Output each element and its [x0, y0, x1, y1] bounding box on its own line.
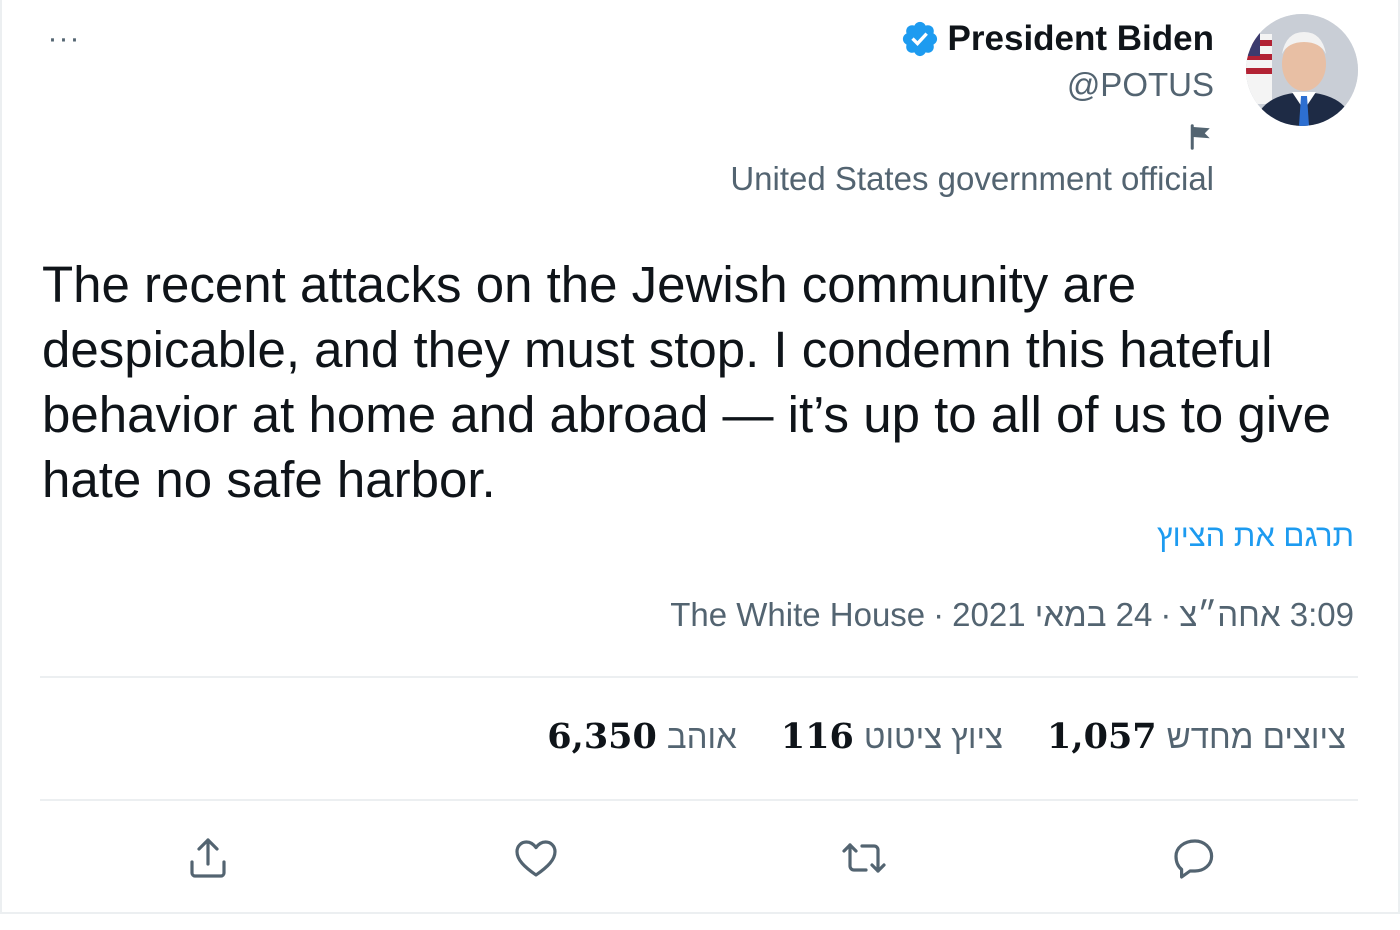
retweet-icon: [842, 843, 886, 873]
like-button[interactable]: [508, 830, 564, 886]
heart-icon: [515, 840, 557, 877]
tweet-header: President Biden @POTUS: [900, 16, 1214, 104]
user-handle[interactable]: @POTUS: [900, 66, 1214, 104]
quotes-count: 116: [780, 716, 854, 757]
likes-label: אוהב: [666, 718, 737, 755]
tweet-actions: [2, 826, 1398, 890]
reply-button[interactable]: [1166, 830, 1222, 886]
quotes-stat[interactable]: ציוץ ציטוט 116: [781, 716, 1003, 757]
share-icon: [190, 838, 226, 878]
divider: [40, 799, 1358, 801]
tweet-text: The recent attacks on the Jewish communi…: [42, 256, 1332, 508]
engagement-stats: ציוצים מחדש 1,057 ציוץ ציטוט 116 אוהב 6,…: [547, 716, 1346, 757]
tweet-time[interactable]: 3:09 אחה״צ: [1179, 596, 1354, 634]
tweet-source[interactable]: The White House: [670, 596, 925, 634]
retweet-button[interactable]: [836, 830, 892, 886]
name-row: President Biden: [900, 16, 1214, 62]
reply-icon: [1174, 839, 1214, 879]
divider: [40, 676, 1358, 678]
likes-count: 6,350: [547, 716, 657, 757]
meta-separator: ·: [1160, 596, 1172, 633]
tweet-metadata: 3:09 אחה״צ · 24 במאי 2021 · The White Ho…: [670, 596, 1354, 634]
likes-stat[interactable]: אוהב 6,350: [547, 716, 737, 757]
quotes-label: ציוץ ציטוט: [863, 718, 1004, 755]
flag-icon: [1190, 124, 1210, 150]
share-button[interactable]: [180, 830, 236, 886]
tweet-card: ··· President Biden @POTUS United States…: [0, 0, 1400, 914]
more-options-button[interactable]: ···: [40, 22, 88, 56]
tweet-date[interactable]: 24 במאי 2021: [952, 596, 1152, 634]
avatar-photo: [1246, 14, 1358, 126]
retweets-label: ציוצים מחדש: [1166, 718, 1346, 755]
display-name[interactable]: President Biden: [948, 19, 1214, 59]
retweets-stat[interactable]: ציוצים מחדש 1,057: [1047, 716, 1346, 757]
retweets-count: 1,057: [1047, 716, 1157, 757]
verified-badge-icon: [900, 19, 940, 59]
government-label: United States government official: [730, 160, 1214, 197]
translate-tweet-link[interactable]: תרגם את הציוץ: [1157, 518, 1354, 554]
avatar[interactable]: [1246, 14, 1358, 126]
meta-separator: ·: [933, 596, 945, 633]
